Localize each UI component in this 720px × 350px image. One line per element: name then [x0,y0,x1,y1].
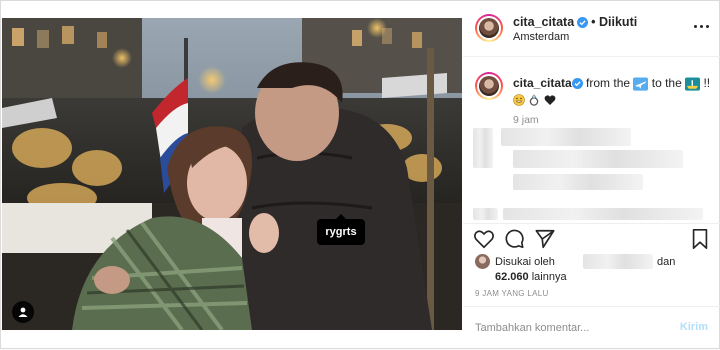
likes-count-link[interactable]: 62.060 lainnya [495,271,567,283]
instagram-post: rygrts cita_citata • Diikuti Amsterdam c… [0,0,720,349]
photo-user-tag[interactable]: rygrts [317,214,365,245]
liked-by-label: Disukai oleh [495,256,555,268]
caption-text-2: to the [651,76,682,90]
blurred-comment [473,128,493,168]
verified-badge-icon [577,16,589,28]
likes-count: 62.060 [495,271,529,283]
caption-timestamp: 9 jam [513,114,539,126]
grin-emoji-icon [513,94,525,106]
follow-status[interactable]: • Diikuti [591,15,637,29]
save-bookmark-icon[interactable] [689,228,711,250]
post-actions: Disukai oleh dan 62.060 lainnya 9 JAM YA… [463,223,720,305]
boat-emoji-icon [685,77,701,91]
post-time-ago[interactable]: 9 JAM YANG LALU [475,289,549,298]
verified-badge-icon [571,78,583,90]
post-location[interactable]: Amsterdam [513,31,569,43]
author-username[interactable]: cita_citata [513,15,574,29]
author-avatar[interactable] [475,14,503,42]
caption-text-1: from the [586,76,631,90]
ring-emoji-icon [530,94,539,106]
liked-and-label: dan [657,256,676,268]
liker-avatar[interactable] [475,254,490,269]
share-icon[interactable] [534,228,556,250]
post-caption: cita_citata from the to the !! [513,75,713,107]
author-name-row: cita_citata • Diikuti [513,15,637,29]
post-sidebar: cita_citata • Diikuti Amsterdam cita_cit… [463,1,720,350]
likes-suffix: lainnya [531,271,567,283]
black-heart-emoji-icon [544,95,556,105]
airplane-emoji-icon [633,77,649,91]
blurred-liker-name [583,254,653,269]
caption-username[interactable]: cita_citata [513,76,572,90]
comments-section: cita_citata from the to the !! 9 jam [463,58,720,223]
send-comment-button[interactable]: Kirim [680,321,708,333]
like-heart-icon[interactable] [473,228,495,250]
blurred-comment [501,128,631,146]
blurred-comment [513,150,683,168]
blurred-comment [503,208,703,220]
post-photo[interactable]: rygrts [2,18,462,330]
photo-scene [2,18,462,330]
comment-icon[interactable] [503,228,525,250]
add-comment-form: Kirim [463,306,720,350]
comment-input[interactable] [475,319,665,337]
blurred-comment [473,208,498,220]
more-options-icon[interactable] [694,25,710,29]
blurred-comment [513,174,643,190]
tagged-users-icon[interactable] [12,301,34,323]
caption-text-3: !! [703,76,711,90]
caption-avatar[interactable] [475,72,503,100]
action-bar [473,228,713,252]
post-header: cita_citata • Diikuti Amsterdam [463,1,720,57]
